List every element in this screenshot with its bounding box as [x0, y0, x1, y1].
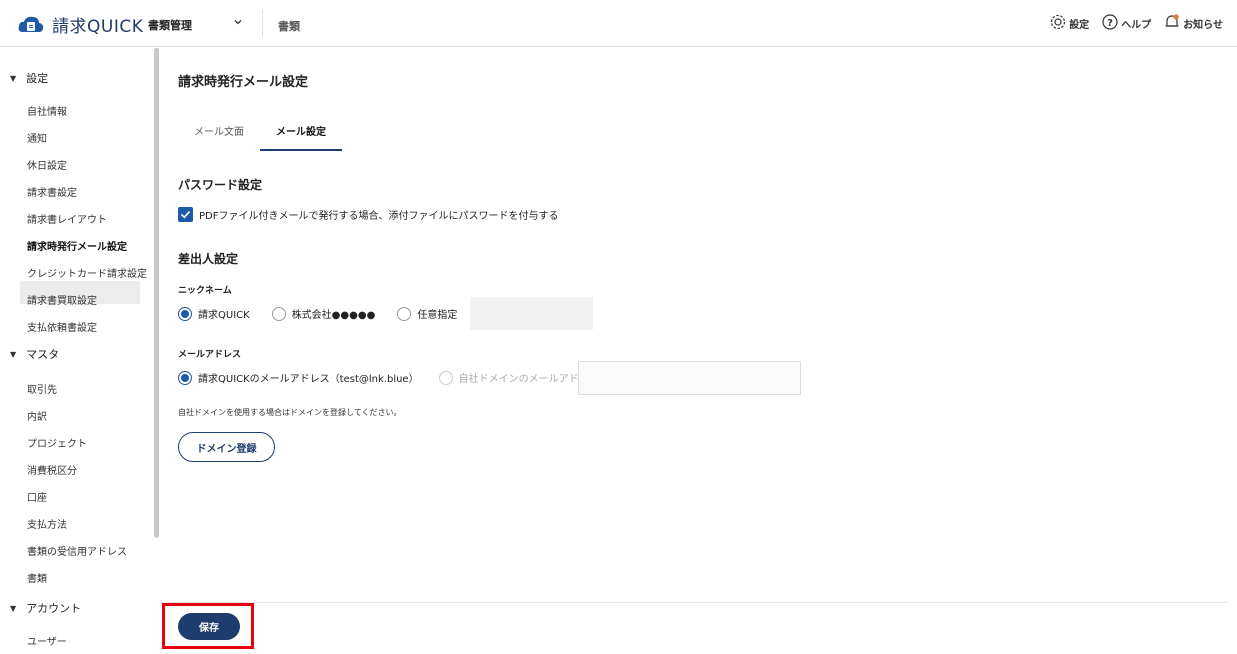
- sidebar-item-invoice-settings[interactable]: 請求書設定: [27, 184, 77, 199]
- sidebar-item-notifications[interactable]: 通知: [27, 130, 47, 145]
- sidebar-item-credit-card[interactable]: クレジットカード請求設定: [27, 265, 147, 280]
- password-section-title: パスワード設定: [178, 178, 263, 192]
- sidebar-item-payment-request[interactable]: 支払依頼書設定: [27, 319, 97, 334]
- check-icon: [180, 210, 191, 219]
- sender-section-title: 差出人設定: [178, 252, 239, 266]
- page-title: 請求時発行メール設定: [178, 75, 309, 90]
- sidebar: ▼ 設定 自社情報 通知 休日設定 請求書設定 請求書レイアウト 請求時発行メー…: [0, 47, 150, 654]
- nickname-option-company[interactable]: 株式会社●●●●●: [271, 306, 376, 321]
- footer-divider: [160, 602, 1227, 603]
- top-bar: 請求QUICK 書類管理 書類 設定 ? ヘルプ お知らせ: [0, 0, 1237, 47]
- bell-icon: [1163, 13, 1181, 34]
- nav-link-documents[interactable]: 書類: [278, 18, 300, 34]
- nickname-option-quick[interactable]: 請求QUICK: [178, 306, 250, 321]
- chevron-down-icon[interactable]: [232, 16, 244, 28]
- settings-link[interactable]: 設定: [1049, 13, 1089, 34]
- svg-text:?: ?: [1107, 18, 1113, 29]
- nickname-label: ニックネーム: [178, 286, 232, 296]
- sidebar-item-company-info[interactable]: 自社情報: [27, 103, 67, 118]
- sidebar-item-holidays[interactable]: 休日設定: [27, 157, 67, 172]
- sidebar-group-account[interactable]: ▼ アカウント: [10, 600, 81, 616]
- main-content: 請求時発行メール設定 メール文面 メール設定 パスワード設定 PDFファイル付き…: [160, 47, 1237, 654]
- help-link[interactable]: ? ヘルプ: [1101, 13, 1151, 34]
- email-label: メールアドレス: [178, 350, 242, 360]
- help-icon: ?: [1101, 13, 1119, 34]
- email-radio-group: 請求QUICKのメールアドレス（test@lnk.blue） 自社ドメインのメー…: [178, 370, 599, 385]
- email-option-quick[interactable]: 請求QUICKのメールアドレス（test@lnk.blue）: [178, 370, 419, 385]
- sidebar-item-documents[interactable]: 書類: [27, 570, 47, 585]
- tab-mail-text[interactable]: メール文面: [178, 119, 260, 151]
- nickname-custom-input[interactable]: [470, 297, 593, 330]
- password-option[interactable]: PDFファイル付きメールで発行する場合、添付ファイルにパスワードを付与する: [178, 207, 558, 222]
- section-dropdown-label[interactable]: 書類管理: [148, 17, 192, 33]
- own-domain-email-input[interactable]: [578, 361, 801, 395]
- sidebar-item-clients[interactable]: 取引先: [27, 381, 57, 396]
- sidebar-item-invoice-layout[interactable]: 請求書レイアウト: [27, 211, 107, 226]
- radio-button[interactable]: [178, 370, 192, 385]
- radio-label: 株式会社●●●●●: [291, 310, 376, 321]
- caret-down-icon: ▼: [10, 603, 17, 613]
- password-checkbox[interactable]: [178, 207, 193, 222]
- radio-button[interactable]: [397, 306, 412, 321]
- radio-button[interactable]: [271, 306, 286, 321]
- radio-label: 請求QUICKのメールアドレス（test@lnk.blue）: [198, 374, 419, 385]
- sidebar-item-users[interactable]: ユーザー: [27, 633, 67, 648]
- domain-register-button[interactable]: ドメイン登録: [178, 432, 275, 462]
- notice-link[interactable]: お知らせ: [1163, 13, 1223, 34]
- sidebar-item-projects[interactable]: プロジェクト: [27, 435, 87, 450]
- nav-divider: [262, 10, 263, 37]
- help-label: ヘルプ: [1121, 20, 1152, 31]
- sidebar-scrollbar[interactable]: [154, 48, 159, 538]
- sidebar-group-label: 設定: [26, 72, 49, 85]
- sidebar-item-tax-class[interactable]: 消費税区分: [27, 462, 77, 477]
- nickname-option-custom[interactable]: 任意指定: [397, 306, 457, 321]
- header-actions: 設定 ? ヘルプ お知らせ: [1049, 13, 1223, 34]
- domain-note: 自社ドメインを使用する場合はドメインを登録してください。: [178, 408, 402, 417]
- sidebar-item-breakdown[interactable]: 内訳: [27, 408, 47, 423]
- sidebar-group-master[interactable]: ▼ マスタ: [10, 346, 59, 362]
- gear-icon: [1049, 13, 1067, 34]
- sidebar-item-receive-address[interactable]: 書類の受信用アドレス: [27, 543, 127, 558]
- password-checkbox-label: PDFファイル付きメールで発行する場合、添付ファイルにパスワードを付与する: [199, 211, 559, 222]
- sidebar-group-settings[interactable]: ▼ 設定: [10, 70, 48, 86]
- logo-text: 請求QUICK: [52, 17, 144, 37]
- radio-label: 任意指定: [417, 310, 458, 321]
- sidebar-item-invoice-mail-settings[interactable]: 請求時発行メール設定: [27, 238, 127, 253]
- caret-down-icon: ▼: [10, 349, 17, 359]
- radio-button[interactable]: [178, 306, 192, 321]
- radio-button[interactable]: [438, 370, 453, 385]
- sidebar-item-invoice-purchase[interactable]: 請求書買取設定: [27, 292, 97, 307]
- notice-label: お知らせ: [1183, 20, 1223, 31]
- sidebar-group-label: アカウント: [26, 602, 82, 615]
- save-button[interactable]: 保存: [178, 613, 240, 640]
- radio-label: 請求QUICK: [198, 310, 250, 321]
- logo-icon: [18, 14, 44, 36]
- nickname-radio-group: 請求QUICK 株式会社●●●●● 任意指定: [178, 306, 457, 321]
- settings-label: 設定: [1069, 20, 1090, 31]
- sidebar-group-label: マスタ: [26, 348, 60, 361]
- tab-mail-settings[interactable]: メール設定: [260, 119, 342, 151]
- app-logo[interactable]: 請求QUICK: [18, 12, 143, 37]
- email-option-own-domain[interactable]: 自社ドメインのメールアドレス: [438, 370, 599, 385]
- sidebar-item-accounts[interactable]: 口座: [27, 489, 47, 504]
- tab-bar: メール文面 メール設定: [178, 119, 342, 151]
- caret-down-icon: ▼: [10, 73, 17, 83]
- sidebar-item-payment-methods[interactable]: 支払方法: [27, 516, 67, 531]
